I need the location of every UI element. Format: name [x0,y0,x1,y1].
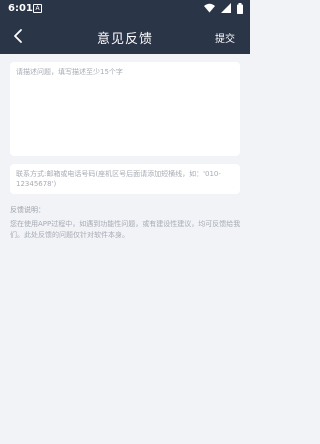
feedback-content-input[interactable] [10,62,240,156]
status-time: 6:01 [8,3,33,14]
wifi-icon [203,3,215,13]
explain-title: 反馈说明： [10,206,45,214]
bottom-area [0,436,250,444]
battery-icon [237,3,243,14]
nav-bar: 意见反馈 提交 [0,18,250,54]
status-indicators [201,3,243,15]
explain-body: 您在使用APP过程中，如遇到功能性问题，或有建设性建议，均可反馈给我们。此处反馈… [10,220,241,239]
contact-card [10,164,240,194]
status-bar: 6:01 A [0,0,250,18]
page-title: 意见反馈 [96,32,153,47]
contact-input[interactable] [10,164,240,194]
signal-icon [220,3,231,13]
app-notification-icon: A [33,4,42,13]
submit-button[interactable]: 提交 [215,30,235,45]
feedback-content-card [10,62,240,156]
